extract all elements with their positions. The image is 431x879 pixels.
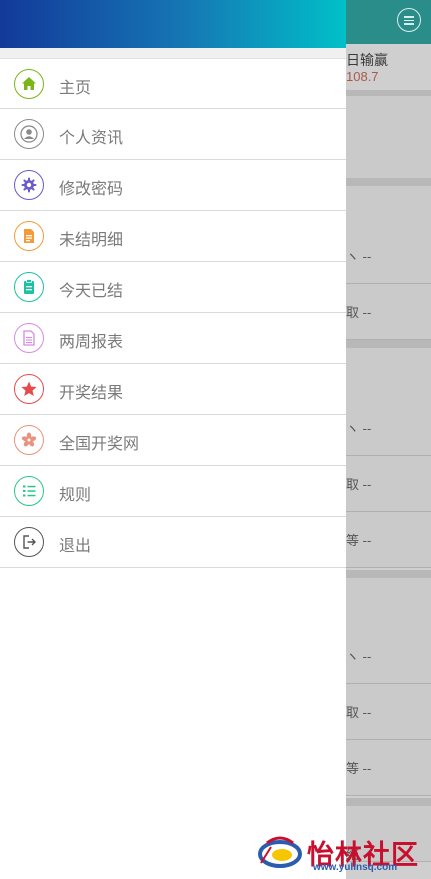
menu-label: 两周报表 xyxy=(59,334,124,351)
background-row xyxy=(346,348,431,404)
row-text: ヽ -- xyxy=(346,421,372,436)
section-divider xyxy=(346,570,431,578)
menu-label: 主页 xyxy=(59,80,92,97)
row-text: 取 -- xyxy=(346,305,372,320)
menu-label: 开奖结果 xyxy=(59,385,124,402)
gear-icon xyxy=(14,170,44,200)
row-text: 等 -- xyxy=(346,761,372,776)
menu-label: 今天已结 xyxy=(59,283,124,300)
menu-item-draw-results[interactable]: 开奖结果 xyxy=(0,364,346,415)
daily-winloss-label: 日输赢 xyxy=(346,52,388,68)
menu-item-unsettled[interactable]: 未结明细 xyxy=(0,211,346,262)
section-divider xyxy=(346,178,431,186)
menu-item-change-password[interactable]: 修改密码 xyxy=(0,160,346,211)
row-text: ヽ -- xyxy=(346,649,372,664)
logout-icon xyxy=(14,527,44,557)
navigation-drawer: 主页 个人资讯 修改密码 未结明细 今天已结 两周报表 开奖结果 全国开奖网 规… xyxy=(0,0,346,879)
background-row: 取 -- xyxy=(346,284,431,340)
row-text: ヽ -- xyxy=(346,249,372,264)
menu-label: 个人资讯 xyxy=(59,130,124,147)
daily-winloss-value: 108.7 xyxy=(346,69,379,84)
background-row: 等 -- xyxy=(346,740,431,796)
list-icon xyxy=(14,476,44,506)
menu-item-profile[interactable]: 个人资讯 xyxy=(0,109,346,160)
section-divider xyxy=(346,340,431,348)
watermark: 怡林社区 www.yulinsq.com xyxy=(255,829,423,877)
row-text: 取 -- xyxy=(346,477,372,492)
watermark-logo-icon xyxy=(258,836,302,868)
star-icon xyxy=(14,374,44,404)
background-row: 取 -- xyxy=(346,456,431,512)
home-icon xyxy=(14,69,44,99)
menu-item-national-lottery[interactable]: 全国开奖网 xyxy=(0,415,346,466)
drawer-spacer xyxy=(0,48,346,58)
menu-label: 未结明细 xyxy=(59,232,124,249)
menu-label: 全国开奖网 xyxy=(59,436,140,453)
row-text: 取 -- xyxy=(346,705,372,720)
report-icon xyxy=(14,323,44,353)
menu-item-home[interactable]: 主页 xyxy=(0,58,346,109)
background-row: 等 -- xyxy=(346,512,431,568)
clipboard-icon xyxy=(14,272,44,302)
menu-item-logout[interactable]: 退出 xyxy=(0,517,346,568)
asterisk-icon xyxy=(14,425,44,455)
menu-label: 退出 xyxy=(59,538,92,555)
background-row xyxy=(346,578,431,634)
background-row: ヽ -- xyxy=(346,400,431,456)
section-divider xyxy=(346,798,431,806)
menu-item-two-week-report[interactable]: 两周报表 xyxy=(0,313,346,364)
menu-item-rules[interactable]: 规则 xyxy=(0,466,346,517)
menu-item-today-settled[interactable]: 今天已结 xyxy=(0,262,346,313)
drawer-menu: 主页 个人资讯 修改密码 未结明细 今天已结 两周报表 开奖结果 全国开奖网 规… xyxy=(0,58,346,568)
menu-toggle-icon[interactable] xyxy=(397,8,421,32)
menu-label: 修改密码 xyxy=(59,181,124,198)
background-row: ヽ -- xyxy=(346,228,431,284)
user-icon xyxy=(14,119,44,149)
watermark-url: www.yulinsq.com xyxy=(313,862,398,873)
background-row: 取 -- xyxy=(346,684,431,740)
row-text: 等 -- xyxy=(346,533,372,548)
drawer-header xyxy=(0,0,346,48)
background-row: ヽ -- xyxy=(346,628,431,684)
document-icon xyxy=(14,221,44,251)
menu-label: 规则 xyxy=(59,487,92,504)
